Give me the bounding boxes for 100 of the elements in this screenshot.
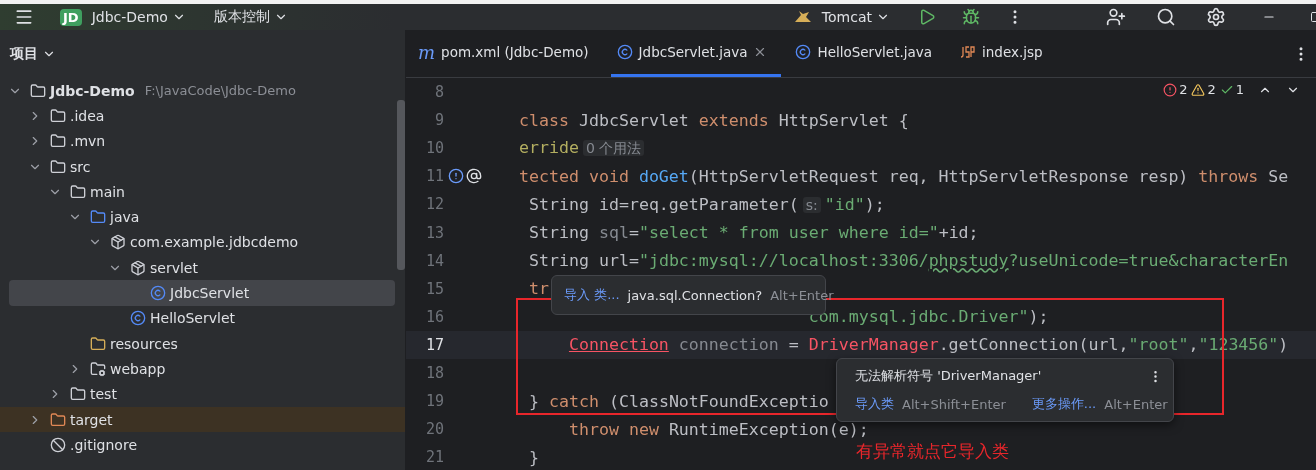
tree-item[interactable]: JdbcServlet [9,280,395,306]
line-number: 14 [424,251,444,270]
line-number: 18 [424,364,444,382]
tree-item[interactable]: Jdbc-Demo F:\JavaCode\Jdbc-Demo [0,78,395,104]
at-sign-icon[interactable] [466,168,482,185]
code-line: } catch (ClassNotFoundExceptio [528,391,829,411]
run-icon[interactable] [918,8,936,26]
weak-warning-count[interactable]: 1 [1219,82,1244,97]
code-line: class JdbcServlet extends HttpServlet { [519,110,909,130]
tree-item[interactable]: com.example.jdbcdemo [0,229,395,256]
tree-item-label: resources [110,335,178,352]
line-number: 16 [424,307,444,326]
line-number: 11 [424,167,444,186]
line-number: 19 [424,392,444,411]
search-icon[interactable] [1156,7,1176,27]
tree-item-label: servlet [150,259,198,276]
folder-icon [70,386,86,403]
class-icon [616,44,633,60]
jsp-file-icon [960,46,977,58]
code-line: com.mysql.jdbc.Driver"); [807,307,1049,327]
folder-icon [90,360,106,377]
line-number: 9 [433,111,444,130]
tree-item[interactable]: resources [0,330,395,357]
line-number: 17 [424,335,444,354]
line-number: 12 [424,195,444,214]
run-config-selector[interactable]: Tomcat [821,9,890,25]
tree-item[interactable]: test [0,381,395,407]
line-number: 10 [424,139,444,158]
folder-icon [50,133,66,150]
maven-icon: m [418,41,436,63]
tree-item[interactable]: target [0,406,405,433]
tree-item[interactable]: .mvn [0,128,395,154]
tree-item[interactable]: java [0,204,395,230]
line-number: 8 [433,83,444,102]
popup-action-link[interactable]: 导入类 [855,395,894,413]
folder-icon [70,183,86,200]
tree-item[interactable]: .idea [0,103,395,129]
line-number: 20 [424,420,444,439]
editor-tab[interactable]: HelloServlet.java [789,30,947,77]
tree-item[interactable]: .gitignore [0,432,395,458]
tree-item-label: JdbcServlet [170,285,250,301]
editor-tab[interactable]: JdbcServlet.java [610,30,782,77]
scrollbar[interactable] [397,100,405,270]
code-line: erride 0 个用法 [519,138,649,159]
editor-tab[interactable]: m pom.xml (Jdbc-Demo) [412,30,603,77]
shortcut-text: Alt+Enter [1104,396,1168,412]
tree-item-label: .mvn [70,133,106,150]
code-line: tr [528,279,549,299]
code-line: throw new RuntimeException(e); [567,419,869,439]
menu-icon[interactable] [14,7,34,27]
tree-item-label: test [90,386,117,403]
code-line: String url="jdbc:mysql://localhost:3306/phpstudy?useUnicode=true&characterEn [528,251,1289,271]
tree-item[interactable]: webapp [0,356,395,382]
tree-item-label: main [90,183,125,200]
shortcut-text: Alt+Enter [770,287,834,303]
editor-tab[interactable]: index.jsp [954,30,1057,77]
line-number: 21 [424,448,444,467]
tree-item[interactable]: servlet [0,255,395,281]
tree-item-label: webapp [110,360,166,377]
folder-icon [50,158,66,175]
tree-item-label: HelloServlet [150,310,236,327]
class-icon [795,44,812,60]
project-logo: JD [60,8,82,26]
tree-item[interactable]: main [0,179,395,205]
project-panel-title[interactable]: 项目 [10,45,56,63]
folder-icon [90,335,106,352]
tree-item-label: target [70,411,113,428]
folder-icon [90,209,106,226]
shortcut-text: Alt+Shift+Enter [902,396,1006,412]
code-line: } [528,447,539,467]
warning-count[interactable]: 2 [1191,82,1216,97]
ignore-file-icon [50,436,66,453]
tree-item-label: java [110,209,140,226]
vcs-menu[interactable]: 版本控制 [213,8,288,26]
project-folder-icon [30,82,46,99]
import-link[interactable]: 导入 类... [564,286,620,304]
class-icon [150,285,166,301]
tree-item-label: com.example.jdbcdemo [130,234,299,251]
tree-item-label: Jdbc-Demo [50,82,135,99]
code-line: String id=req.getParameter( s: "id"); [528,194,885,214]
tree-item-label: .gitignore [70,436,137,453]
settings-icon[interactable] [1206,7,1226,27]
folder-icon [50,107,66,124]
debug-icon[interactable] [962,8,980,26]
tree-item-label: src [70,158,91,175]
error-message: 无法解析符号 'DriverManager' [855,367,1042,385]
tree-item[interactable]: src [0,153,395,180]
error-count[interactable]: 2 [1163,82,1188,97]
popup-action-link[interactable]: 更多操作... [1031,395,1097,413]
class-icon [130,310,146,327]
project-selector[interactable]: Jdbc-Demo [91,9,186,25]
tree-item-label: .idea [70,107,105,124]
code-line: String sql="select * from user where id="+id; [528,223,979,242]
tree-item[interactable]: HelloServlet [0,305,395,331]
code-line: tected void doGet(HttpServletRequest req, HttpServletResponse resp) throws Se [519,166,1289,186]
annotation-caption: 有异常就点它导入类 [856,440,1009,463]
add-user-icon[interactable] [1106,7,1126,27]
folder-icon [50,411,66,428]
line-number: 13 [424,223,444,242]
hint-text: java.sql.Connection? [627,287,763,303]
